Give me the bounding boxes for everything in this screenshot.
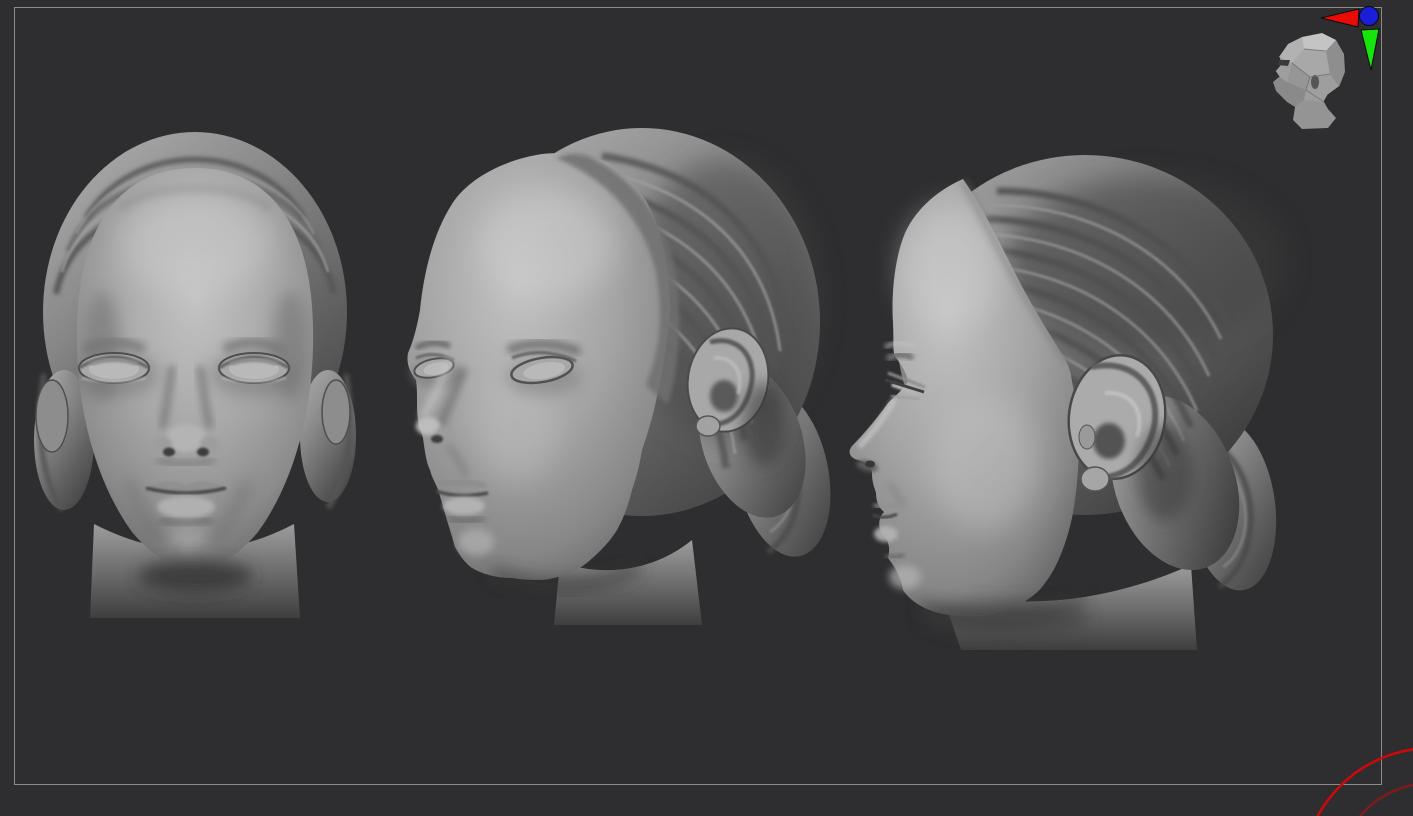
- face-three-quarter: [407, 153, 680, 592]
- sculpt-head-profile[interactable]: [849, 155, 1287, 650]
- scene-canvas[interactable]: [0, 0, 1413, 816]
- sculpt-head-three-quarter[interactable]: [407, 128, 844, 625]
- brush-cursor-inner-ring: [1358, 783, 1413, 816]
- z-axis-dot-icon[interactable]: [1359, 6, 1379, 26]
- brush-cursor-outer-ring: [1316, 748, 1413, 816]
- y-axis-arrow-icon[interactable]: [1360, 28, 1380, 71]
- app-window: { "app": { "name": "3D sculpting viewpor…: [0, 0, 1413, 816]
- behind-ear-shadow: [742, 382, 786, 466]
- under-chin-shadow: [137, 560, 253, 592]
- face-front-view: [69, 168, 314, 569]
- camera-orientation-head-icon[interactable]: [1272, 32, 1346, 130]
- sculpt-viewport[interactable]: [0, 0, 1413, 816]
- eye-right: [218, 352, 290, 384]
- icon-eye-notch: [1278, 60, 1290, 66]
- sculpt-head-front[interactable]: [34, 132, 356, 618]
- behind-ear-shadow: [1137, 425, 1193, 521]
- x-axis-arrow-icon[interactable]: [1320, 8, 1360, 28]
- under-jaw-shadow: [920, 601, 1090, 635]
- brush-cursor: [1316, 748, 1413, 816]
- eye-left: [78, 352, 150, 384]
